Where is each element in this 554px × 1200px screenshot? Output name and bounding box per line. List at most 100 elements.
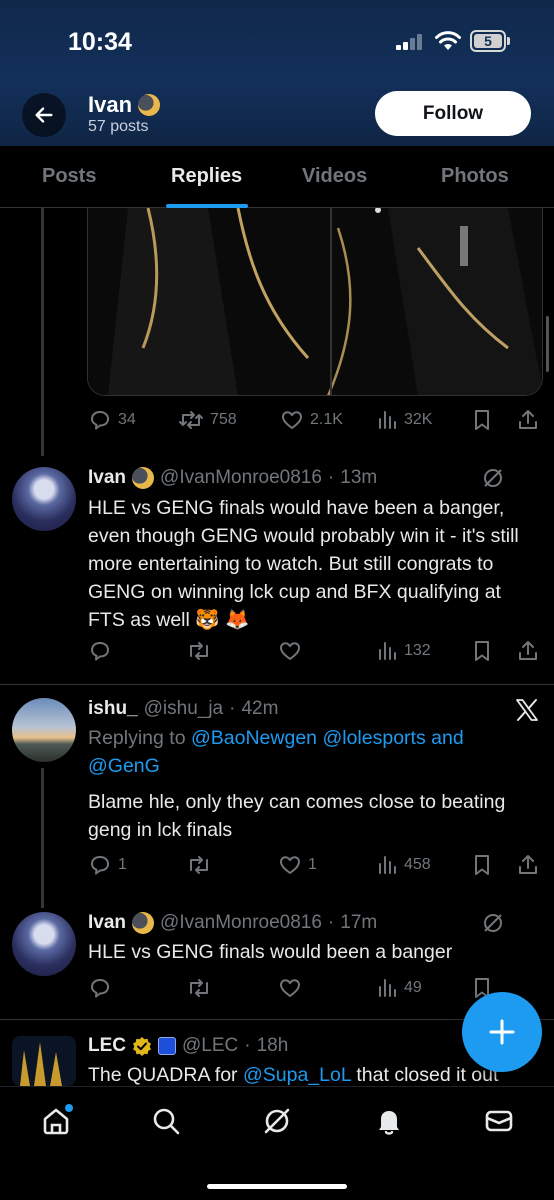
repost-icon (190, 642, 208, 660)
grok-icon[interactable] (482, 467, 504, 489)
views-count: 32K (404, 411, 433, 428)
replying-to-label: Replying to (88, 727, 186, 749)
reply-button[interactable]: 34 (88, 408, 136, 432)
post-actions: 34 758 2.1K 32K (88, 408, 548, 434)
scrollbar[interactable] (546, 316, 549, 372)
author-handle[interactable]: @ishu_ja (144, 698, 224, 720)
plus-icon (489, 1019, 515, 1045)
mention-link[interactable]: @BaoNewgen (191, 727, 317, 749)
mention-link[interactable]: @Supa_LoL (243, 1064, 351, 1086)
avatar[interactable] (12, 912, 76, 976)
nav-messages[interactable] (481, 1103, 517, 1139)
author-name[interactable]: Ivan (88, 467, 126, 489)
back-button[interactable] (22, 93, 66, 137)
tab-photos[interactable]: Photos (441, 165, 509, 188)
like-button[interactable]: 1 (278, 853, 317, 877)
author-handle[interactable]: @LEC (182, 1035, 238, 1057)
avatar[interactable] (12, 467, 76, 531)
post-text-start: The QUADRA for (88, 1064, 238, 1086)
views-icon (379, 979, 396, 997)
dot-separator: · (244, 1035, 251, 1056)
affiliate-badge-icon (158, 1037, 176, 1055)
post-header: Ivan @IvanMonroe0816 · 17m (88, 912, 377, 934)
tab-posts[interactable]: Posts (42, 165, 96, 188)
compose-post-button[interactable] (462, 992, 542, 1072)
follow-button[interactable]: Follow (375, 91, 531, 136)
x-logo-icon (516, 699, 538, 721)
share-button[interactable] (516, 639, 540, 663)
bookmark-icon (475, 410, 489, 430)
nav-search[interactable] (148, 1103, 184, 1139)
avatar[interactable] (12, 698, 76, 762)
author-name[interactable]: LEC (88, 1035, 126, 1057)
status-time: 10:34 (68, 28, 132, 56)
share-button[interactable] (516, 408, 540, 432)
like-button[interactable] (278, 976, 302, 1000)
views-icon (379, 411, 396, 429)
dot-separator: · (327, 912, 335, 933)
post-media-image[interactable] (87, 208, 543, 396)
post-time: 18h (256, 1035, 289, 1056)
battery-tip (507, 37, 510, 45)
battery-level: 5 (474, 34, 502, 48)
notification-dot (65, 1104, 73, 1112)
reply-button[interactable] (88, 976, 112, 1000)
author-name[interactable]: ishu_ (88, 698, 138, 720)
repost-button[interactable] (186, 976, 212, 1000)
share-button[interactable] (516, 853, 540, 877)
post-text: HLE vs GENG finals would have been a ban… (88, 497, 519, 631)
repost-button[interactable] (186, 853, 212, 877)
views-button[interactable]: 132 (376, 639, 431, 663)
mention-link[interactable]: @lolesports (322, 727, 425, 749)
profile-header: 10:34 5 Ivan 57 posts Follow (0, 0, 554, 146)
tab-videos[interactable]: Videos (302, 165, 367, 188)
thread-line (41, 768, 44, 908)
share-icon (519, 641, 537, 660)
bookmark-button[interactable] (471, 853, 493, 877)
views-button[interactable]: 458 (376, 853, 431, 877)
like-count: 1 (308, 856, 317, 873)
author-handle[interactable]: @IvanMonroe0816 (160, 467, 322, 489)
reply-button[interactable]: 1 (88, 853, 127, 877)
grok-icon[interactable] (482, 912, 504, 934)
post-header: Ivan @IvanMonroe0816 · 13m (88, 467, 377, 489)
reply-icon (91, 856, 109, 875)
views-button[interactable]: 32K (376, 408, 432, 432)
dot-separator: · (327, 467, 335, 488)
reply-button[interactable] (88, 639, 112, 663)
signal-icon (396, 34, 422, 50)
lec-logo-icon (20, 1042, 62, 1086)
battery-icon: 5 (470, 30, 506, 52)
reply-count: 34 (118, 411, 136, 428)
like-button[interactable]: 2.1K (280, 408, 343, 432)
repost-button[interactable] (186, 639, 212, 663)
nav-grok[interactable] (259, 1103, 295, 1139)
jacket-photo (88, 208, 542, 395)
nav-home[interactable] (38, 1103, 74, 1139)
mention-conjunction[interactable]: and (431, 727, 464, 749)
profile-name: Ivan (88, 92, 161, 118)
bookmark-button[interactable] (471, 408, 493, 432)
views-button[interactable]: 49 (376, 976, 422, 1000)
repost-button[interactable]: 758 (178, 408, 237, 432)
replying-to: Replying to @BaoNewgen @lolesports and @… (88, 724, 540, 780)
nav-notifications[interactable] (371, 1103, 407, 1139)
author-handle[interactable]: @IvanMonroe0816 (160, 912, 322, 934)
like-icon (280, 642, 300, 660)
status-bar: 10:34 5 (0, 0, 554, 80)
tab-replies[interactable]: Replies (171, 165, 242, 188)
search-icon (153, 1108, 180, 1135)
post-count: 57 posts (88, 118, 149, 135)
reply-icon (91, 642, 109, 661)
bookmark-button[interactable] (471, 639, 493, 663)
notifications-icon (379, 1111, 399, 1135)
like-button[interactable] (278, 639, 302, 663)
views-icon (379, 856, 396, 874)
bookmark-icon (475, 641, 489, 661)
avatar[interactable] (12, 1036, 76, 1086)
author-name[interactable]: Ivan (88, 912, 126, 934)
mention-link[interactable]: @GenG (88, 755, 160, 777)
like-icon (280, 979, 300, 997)
reply-count: 1 (118, 856, 127, 873)
post-header: LEC @LEC · 18h (88, 1035, 288, 1057)
